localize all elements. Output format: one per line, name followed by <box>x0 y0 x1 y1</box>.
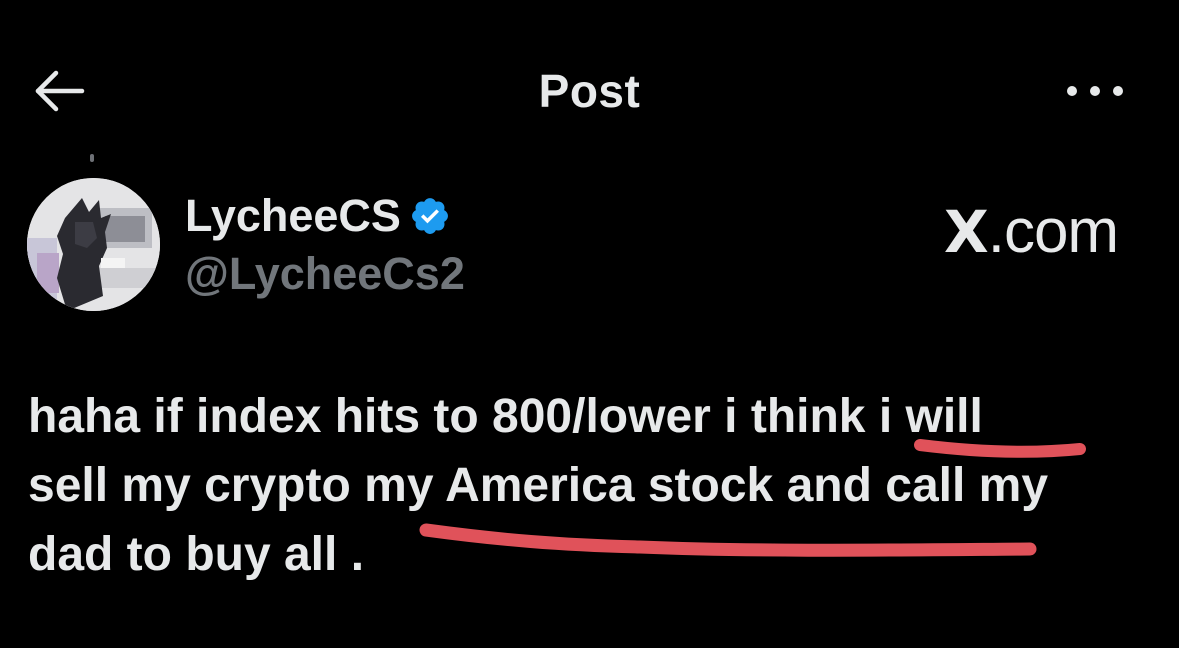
more-options-button[interactable] <box>1060 76 1130 106</box>
verified-badge-icon <box>412 198 448 234</box>
post-screen: Post LycheeCS @LycheeCs2 X.com haha if i… <box>0 0 1179 648</box>
post-line: haha if index hits to 800/lower i think … <box>28 390 983 443</box>
avatar[interactable] <box>27 178 160 311</box>
more-horizontal-icon <box>1067 86 1123 96</box>
x-logo-glyph: X <box>944 198 989 266</box>
page-title: Post <box>538 65 641 117</box>
watermark-domain: .com <box>987 197 1119 266</box>
avatar-image <box>27 178 160 311</box>
author-name[interactable]: LycheeCS <box>185 190 451 242</box>
post-line: sell my crypto my America stock and call… <box>28 459 1049 512</box>
author-handle[interactable]: @LycheeCs2 <box>185 248 465 300</box>
author-display-name: LycheeCS <box>185 190 401 241</box>
post-line: dad to buy all . <box>28 528 365 581</box>
post-text: haha if index hits to 800/lower i think … <box>28 382 1158 589</box>
x-com-watermark: X.com <box>944 196 1119 267</box>
thread-connector <box>90 154 94 162</box>
